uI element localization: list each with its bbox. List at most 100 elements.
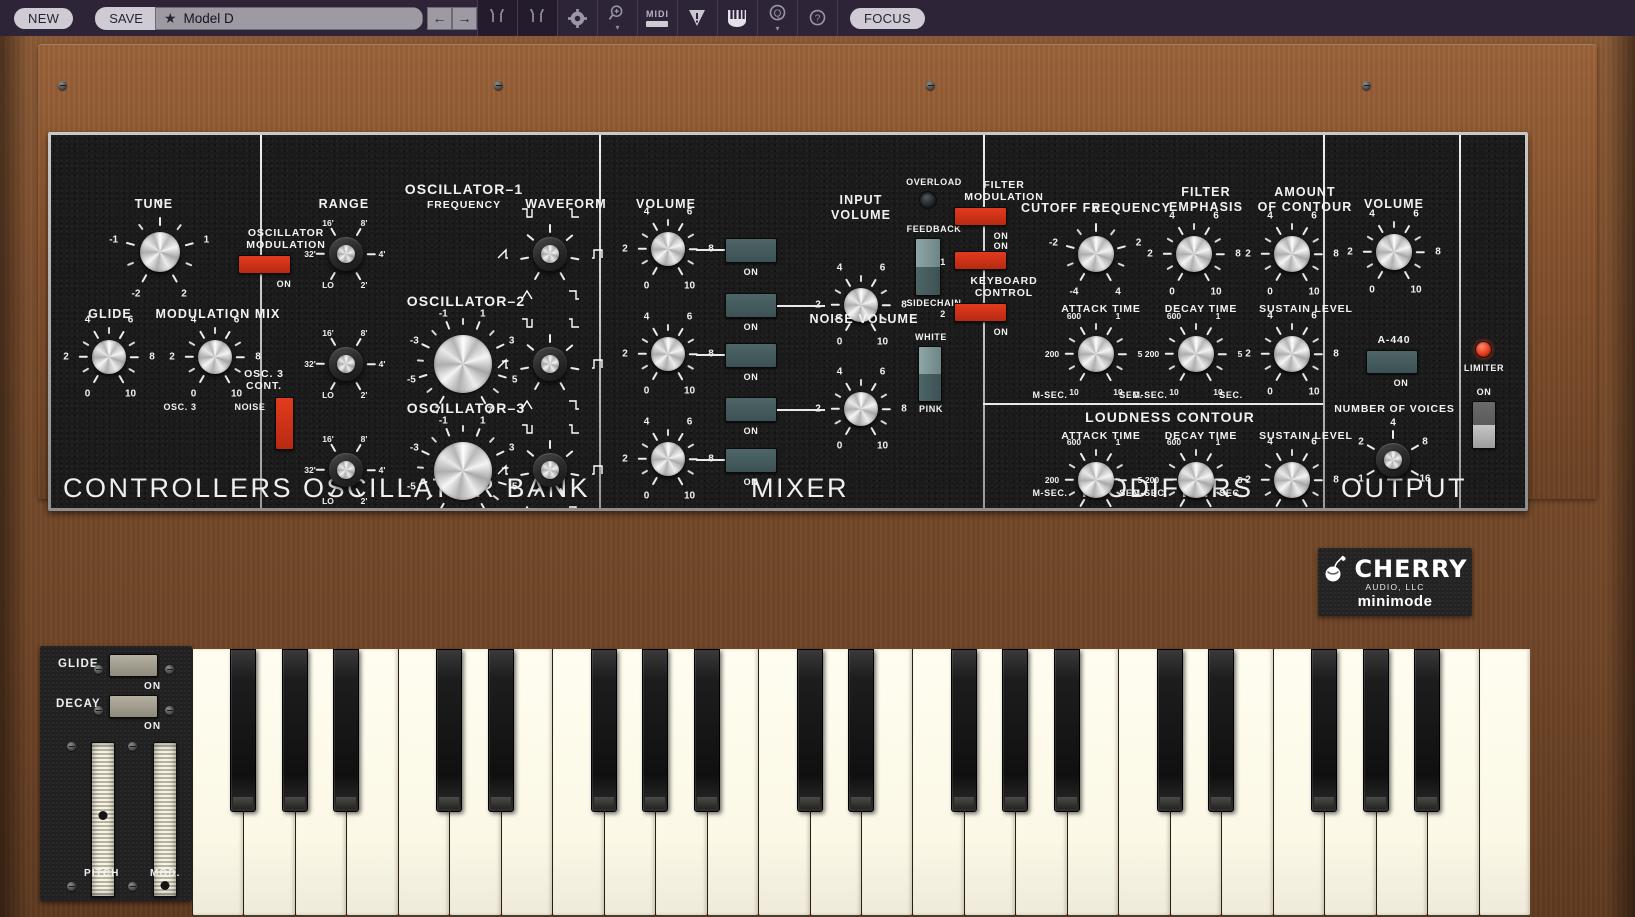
osc2-frequency-knob[interactable]: -7-5-3-11357 [422, 323, 504, 405]
limiter-switch[interactable] [1472, 401, 1496, 449]
loudness-attack-knob[interactable]: 102006001510 [1069, 453, 1123, 507]
undo-icon[interactable] [478, 0, 517, 36]
zoom-icon[interactable]: ▾ [598, 0, 637, 36]
knob-body[interactable] [1179, 337, 1212, 370]
external-input-switch[interactable] [725, 293, 777, 318]
black-key[interactable] [1311, 649, 1337, 812]
piano-keyboard[interactable] [192, 649, 1530, 917]
number-of-voices-knob[interactable]: 124816 [1366, 433, 1420, 487]
black-key[interactable] [694, 649, 720, 812]
osc3-enable-switch[interactable] [725, 448, 777, 473]
loudness-decay-knob[interactable]: 102006001510 [1169, 453, 1223, 507]
noise-enable-switch[interactable] [725, 397, 777, 422]
alert-icon[interactable] [678, 0, 717, 36]
chevron-down-icon[interactable]: ▾ [615, 23, 619, 32]
knob-body[interactable] [1275, 337, 1308, 370]
black-key[interactable] [1002, 649, 1028, 812]
glide-knob[interactable]: 0246810 [83, 331, 135, 383]
noise-volume-knob[interactable]: 0246810 [835, 383, 887, 435]
redo-icon[interactable] [518, 0, 557, 36]
output-volume-knob[interactable]: 0246810 [1367, 225, 1421, 279]
focus-button[interactable]: FOCUS [850, 8, 925, 29]
oscillator-modulation-switch[interactable] [238, 255, 291, 274]
osc1-enable-switch[interactable] [725, 238, 777, 263]
filter-emphasis-knob[interactable]: 0246810 [1167, 227, 1221, 281]
black-key[interactable] [1157, 649, 1183, 812]
black-key[interactable] [1363, 649, 1389, 812]
chevron-down-icon[interactable]: ▾ [775, 24, 779, 33]
osc3-control-switch[interactable] [275, 397, 294, 450]
knob-body[interactable] [1177, 237, 1210, 270]
prev-preset-button[interactable]: ← [427, 7, 452, 30]
knob-body[interactable] [652, 338, 684, 370]
osc3-waveform-knob[interactable] [523, 443, 577, 497]
filter-modulation-switch[interactable] [954, 207, 1007, 226]
filter-sustain-knob[interactable]: 0246810 [1265, 327, 1319, 381]
keyboard-control-2-switch[interactable] [954, 303, 1007, 322]
help-icon[interactable]: ? [798, 0, 837, 36]
loudness-sustain-knob[interactable]: 0246810 [1265, 453, 1319, 507]
black-key[interactable] [1054, 649, 1080, 812]
new-button[interactable]: NEW [14, 8, 73, 29]
midi-icon[interactable]: MIDI [638, 0, 677, 36]
black-key[interactable] [1208, 649, 1234, 812]
black-key[interactable] [951, 649, 977, 812]
osc2-range-knob[interactable]: LO32'16'8'4'2' [319, 337, 373, 391]
knob-body[interactable] [141, 233, 179, 271]
knob-body[interactable] [93, 341, 125, 373]
filter-decay-knob[interactable]: 102006001510 [1169, 327, 1223, 381]
osc2-enable-switch[interactable] [725, 343, 777, 368]
a440-switch[interactable] [1366, 350, 1418, 374]
black-key[interactable] [1414, 649, 1440, 812]
knob-body[interactable] [1179, 463, 1212, 496]
black-key[interactable] [333, 649, 359, 812]
osc1-waveform-knob[interactable] [523, 227, 577, 281]
white-key[interactable] [1479, 649, 1530, 917]
black-key[interactable] [436, 649, 462, 812]
black-key[interactable] [591, 649, 617, 812]
keyboard-icon[interactable] [718, 0, 757, 36]
kb-glide-switch[interactable] [109, 654, 158, 677]
knob-body[interactable] [652, 233, 684, 265]
noise-color-switch[interactable] [918, 346, 942, 402]
feedback-sidechain-switch[interactable] [915, 238, 941, 296]
save-button[interactable]: SAVE [95, 7, 155, 30]
osc2-volume-knob[interactable]: 0246810 [642, 328, 694, 380]
knob-body[interactable] [652, 443, 684, 475]
tune-knob[interactable]: -2-1012 [129, 221, 191, 283]
amount-of-contour-knob[interactable]: 0246810 [1265, 227, 1319, 281]
osc1-volume-knob[interactable]: 0246810 [642, 223, 694, 275]
knob-body[interactable] [199, 341, 231, 373]
knob-body[interactable] [1275, 463, 1308, 496]
kb-decay-switch[interactable] [109, 695, 158, 718]
preset-name-field[interactable]: ★ Model D [155, 7, 423, 30]
knob-body[interactable] [1377, 235, 1410, 268]
osc3-range-knob[interactable]: LO32'16'8'4'2' [319, 443, 373, 497]
favorite-star-icon[interactable]: ★ [164, 11, 177, 25]
knob-body[interactable] [1079, 237, 1112, 270]
black-key[interactable] [230, 649, 256, 812]
black-key[interactable] [848, 649, 874, 812]
black-key[interactable] [642, 649, 668, 812]
osc1-range-knob[interactable]: LO32'16'8'4'2' [319, 227, 373, 281]
filter-attack-knob[interactable]: 102006001510 [1069, 327, 1123, 381]
keyboard-control-1-switch[interactable] [954, 251, 1007, 270]
knob-tick-label: 600 [1067, 437, 1081, 447]
knob-body[interactable] [1079, 337, 1112, 370]
knob-body[interactable] [1079, 463, 1112, 496]
black-key[interactable] [797, 649, 823, 812]
next-preset-button[interactable]: → [452, 7, 477, 30]
cutoff-frequency-knob[interactable]: -4-2024 [1069, 227, 1123, 281]
black-key[interactable] [282, 649, 308, 812]
knob-body[interactable] [1275, 237, 1308, 270]
knob-body[interactable] [438, 339, 489, 390]
black-key[interactable] [488, 649, 514, 812]
knob-body[interactable] [438, 446, 489, 497]
osc3-volume-knob[interactable]: 0246810 [642, 433, 694, 485]
knob-tick [652, 477, 658, 486]
osc3-frequency-knob[interactable]: -7-5-3-11357 [422, 430, 504, 508]
osc2-waveform-knob[interactable] [523, 337, 577, 391]
knob-body[interactable] [845, 393, 877, 425]
q-icon[interactable]: Q ▾ [758, 0, 797, 36]
gear-icon[interactable] [558, 0, 597, 36]
